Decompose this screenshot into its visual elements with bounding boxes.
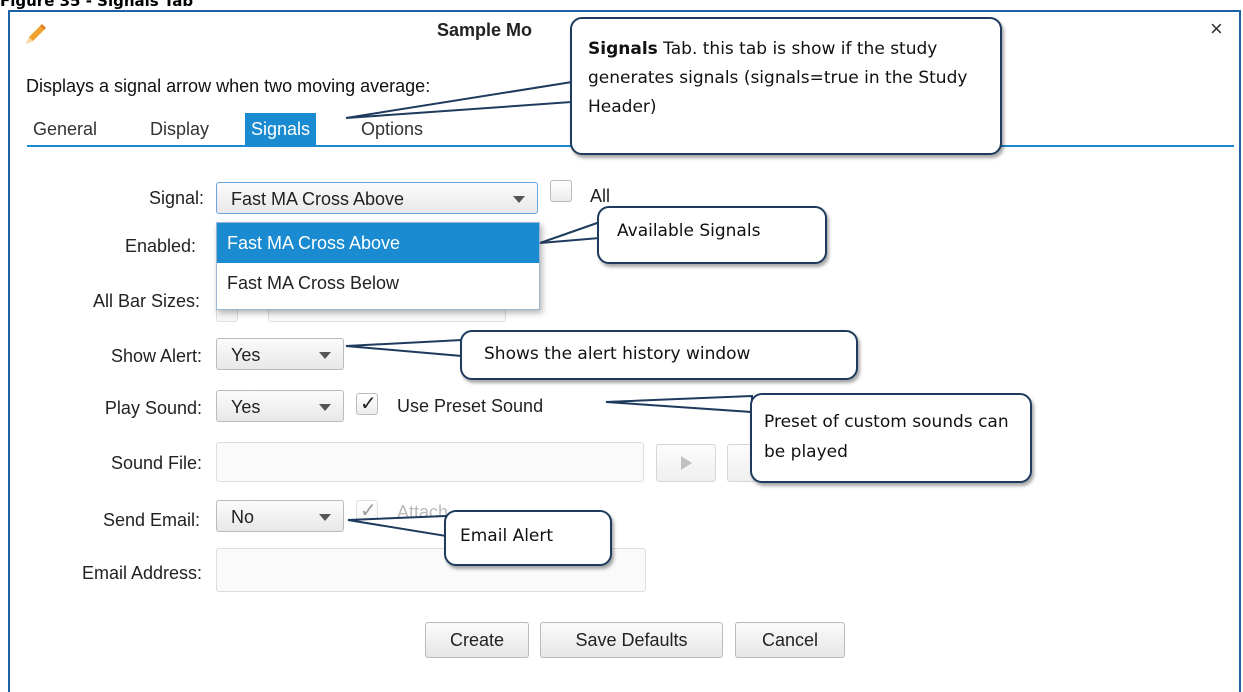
callout-available-signals: Available Signals xyxy=(597,206,827,264)
callout-preset-sounds: Preset of custom sounds can be played xyxy=(750,393,1032,483)
callout-email-alert: Email Alert xyxy=(444,510,612,566)
callout-signals-tab: Signals Tab. this tab is show if the stu… xyxy=(570,17,1002,155)
callout-signals-tab-bold: Signals xyxy=(588,39,658,59)
callout-shows-alert: Shows the alert history window xyxy=(460,330,858,380)
